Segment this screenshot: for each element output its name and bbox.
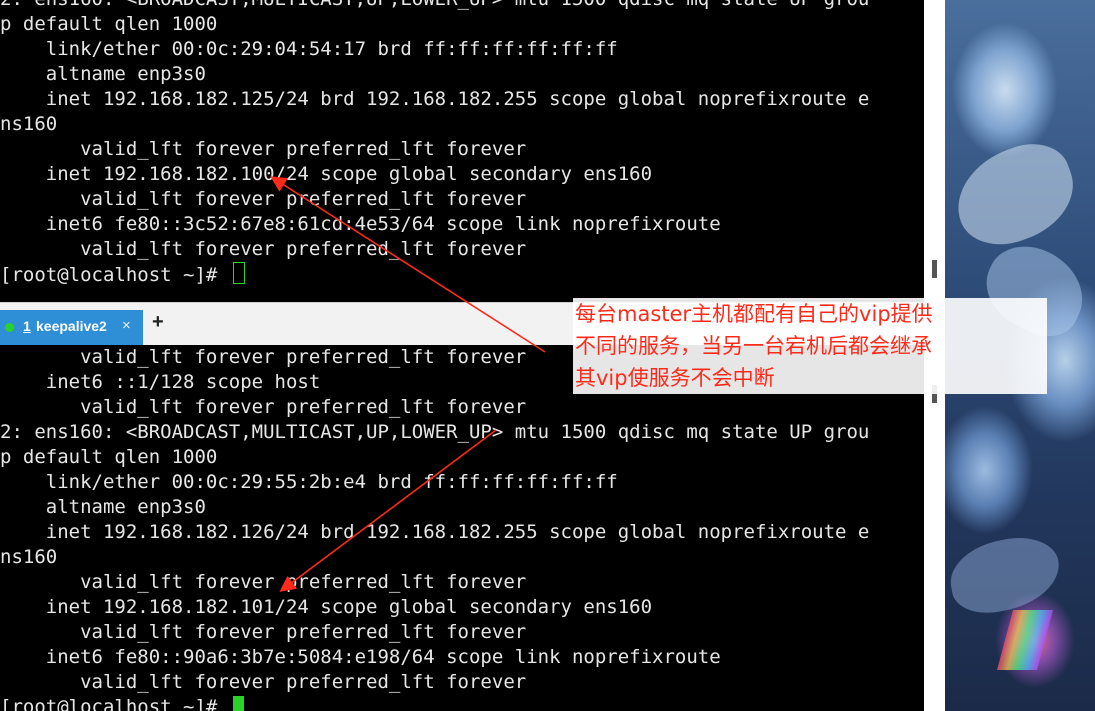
tab-keepalive2[interactable]: 1 keepalive2 × <box>0 310 143 345</box>
terminal-line: p default qlen 1000 <box>0 13 218 35</box>
terminal-line: valid_lft forever preferred_lft forever <box>0 238 527 260</box>
tab-label: keepalive2 <box>36 318 107 334</box>
terminal-line: 2: ens160: <BROADCAST,MULTICAST,UP,LOWER… <box>0 421 870 443</box>
annotation-callout: 每台master主机都配有自己的vip提供 不同的服务，当另一台宕机后都会继承 … <box>573 298 1047 394</box>
annotation-line: 其vip使服务不会中断 <box>575 366 775 390</box>
terminal-line: inet 192.168.182.100/24 scope global sec… <box>0 163 653 185</box>
terminal-prompt-line[interactable]: [root@localhost ~]# <box>0 695 244 711</box>
new-tab-button[interactable]: + <box>152 311 164 334</box>
terminal-line: altname enp3s0 <box>0 63 206 85</box>
terminal-line: inet 192.168.182.126/24 brd 192.168.182.… <box>0 521 870 543</box>
terminal-line: valid_lft forever preferred_lft forever <box>0 138 527 160</box>
terminal-line: valid_lft forever preferred_lft forever <box>0 396 527 418</box>
terminal-line: inet6 fe80::3c52:67e8:61cd:4e53/64 scope… <box>0 213 721 235</box>
terminal-line: link/ether 00:0c:29:55:2b:e4 brd ff:ff:f… <box>0 471 618 493</box>
terminal-line: valid_lft forever preferred_lft forever <box>0 346 527 368</box>
terminal-line: ns160 <box>0 546 58 568</box>
annotation-line: 每台master主机都配有自己的vip提供 <box>575 302 933 326</box>
terminal-prompt: [root@localhost ~]# <box>0 696 229 711</box>
connected-status-icon <box>5 323 14 332</box>
scrollbar-bottom[interactable] <box>924 345 945 711</box>
terminal-line: valid_lft forever preferred_lft forever <box>0 671 527 693</box>
wallpaper-rose-petal <box>945 530 1066 620</box>
terminal-line: ns160 <box>0 113 58 135</box>
terminal-line: inet6 fe80::90a6:3b7e:5084:e198/64 scope… <box>0 646 721 668</box>
terminal-prompt-line[interactable]: [root@localhost ~]# <box>0 262 245 287</box>
wallpaper-prism-glare <box>996 610 1054 670</box>
scrollbar-top[interactable] <box>924 0 945 302</box>
terminal-line: inet 192.168.182.101/24 scope global sec… <box>0 596 653 618</box>
scrollbar-thumb-top[interactable] <box>932 260 937 278</box>
tab-close-icon[interactable]: × <box>122 317 131 334</box>
terminal-line: inet 192.168.182.125/24 brd 192.168.182.… <box>0 88 870 110</box>
terminal-pane-top[interactable]: 2: ens160: <BROADCAST,MULTICAST,UP,LOWER… <box>0 0 924 302</box>
wallpaper-rose-petal <box>945 132 1087 258</box>
cursor-active <box>232 696 244 711</box>
terminal-prompt: [root@localhost ~]# <box>0 264 229 286</box>
terminal-line: valid_lft forever preferred_lft forever <box>0 621 527 643</box>
terminal-line: altname enp3s0 <box>0 496 206 518</box>
terminal-line: 2: ens160: <BROADCAST,MULTICAST,UP,LOWER… <box>0 0 869 12</box>
tab-number: 1 <box>23 318 31 334</box>
cursor-inactive <box>232 262 245 284</box>
terminal-line: p default qlen 1000 <box>0 446 218 468</box>
annotation-line: 不同的服务，当另一台宕机后都会继承 <box>575 334 932 358</box>
terminal-line: inet6 ::1/128 scope host <box>0 371 321 393</box>
terminal-line: valid_lft forever preferred_lft forever <box>0 188 527 210</box>
terminal-line: link/ether 00:0c:29:04:54:17 brd ff:ff:f… <box>0 38 618 60</box>
terminal-line: valid_lft forever preferred_lft forever <box>0 571 527 593</box>
terminal-pane-bottom[interactable]: valid_lft forever preferred_lft forever … <box>0 345 924 711</box>
